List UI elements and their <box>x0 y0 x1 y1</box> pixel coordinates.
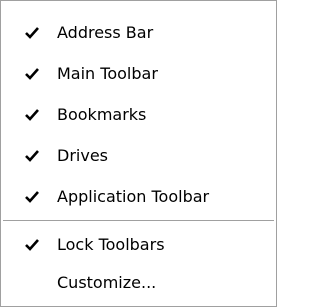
menu-item-label: Customize... <box>57 273 157 292</box>
menu-item-label: Lock Toolbars <box>57 235 165 254</box>
check-icon <box>25 191 39 203</box>
menu-item-label: Application Toolbar <box>57 187 210 206</box>
check-icon <box>25 27 39 39</box>
menu-item-label: Drives <box>57 146 108 165</box>
menu-item-application-toolbar[interactable]: Application Toolbar <box>1 179 276 215</box>
menu-item-label: Address Bar <box>57 23 154 42</box>
menu-item-bookmarks[interactable]: Bookmarks <box>1 97 276 133</box>
menu-item-lock-toolbars[interactable]: Lock Toolbars <box>1 227 276 263</box>
check-icon <box>25 239 39 251</box>
menu-item-customize[interactable]: Customize... <box>1 265 276 301</box>
menu-separator <box>3 220 274 222</box>
check-icon <box>25 109 39 121</box>
menu-item-drives[interactable]: Drives <box>1 138 276 174</box>
toolbars-context-menu: Address Bar Main Toolbar Bookmarks Drive… <box>0 0 277 307</box>
menu-item-label: Main Toolbar <box>57 64 158 83</box>
menu-item-main-toolbar[interactable]: Main Toolbar <box>1 56 276 92</box>
check-icon <box>25 150 39 162</box>
menu-item-address-bar[interactable]: Address Bar <box>1 15 276 51</box>
check-icon <box>25 68 39 80</box>
menu-item-label: Bookmarks <box>57 105 147 124</box>
